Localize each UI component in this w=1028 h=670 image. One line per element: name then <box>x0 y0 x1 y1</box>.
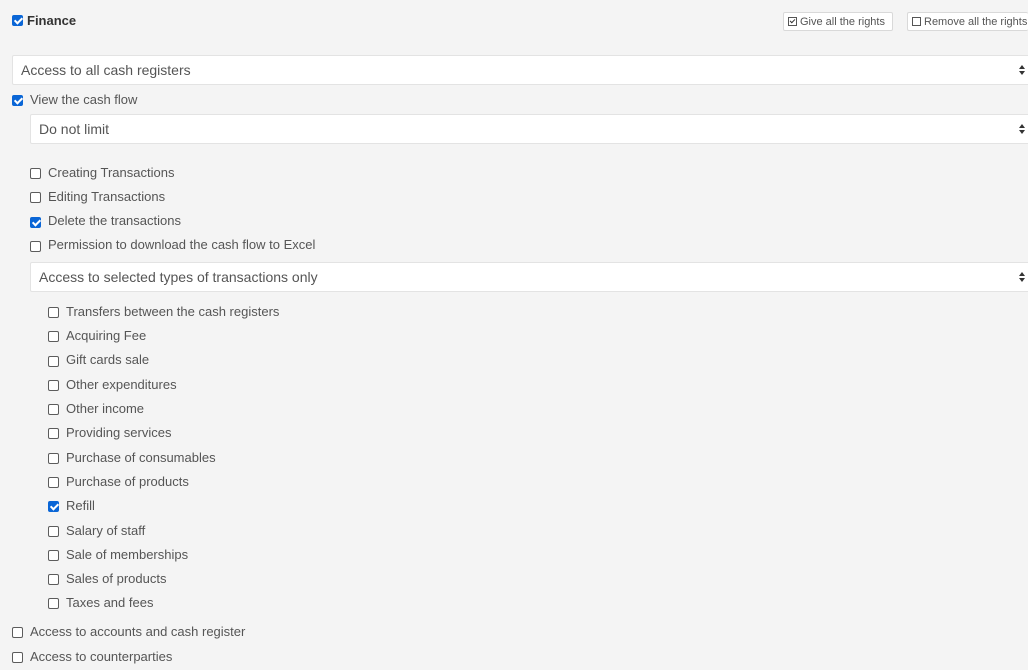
transaction-type-label: Taxes and fees <box>66 595 154 610</box>
transaction-type-label: Refill <box>66 498 95 513</box>
remove-all-rights-label: Remove all the rights <box>924 16 1028 28</box>
cash-registers-select[interactable]: Access to all cash registers <box>12 55 1028 85</box>
limit-select-value: Do not limit <box>39 121 110 137</box>
transaction-type-label: Transfers between the cash registers <box>66 304 280 319</box>
transaction-type-checkbox[interactable] <box>48 380 59 391</box>
transaction-type-label: Sale of memberships <box>66 547 189 562</box>
transaction-type-label: Sales of products <box>66 571 167 586</box>
transaction-type-checkbox[interactable] <box>48 453 59 464</box>
delete-transactions-label: Delete the transactions <box>48 213 181 228</box>
remove-all-rights-button[interactable]: Remove all the rights <box>907 12 1028 31</box>
transaction-type-label: Gift cards sale <box>66 352 150 367</box>
transaction-type-label: Providing services <box>66 425 172 440</box>
transaction-type-checkbox[interactable] <box>48 526 59 537</box>
transaction-type-checkbox[interactable] <box>48 331 59 342</box>
view-cash-flow-checkbox[interactable] <box>12 95 23 106</box>
editing-transactions-checkbox[interactable] <box>30 192 41 203</box>
give-all-rights-label: Give all the rights <box>800 16 885 28</box>
creating-transactions-label: Creating Transactions <box>48 165 175 180</box>
download-excel-label: Permission to download the cash flow to … <box>48 237 316 252</box>
transaction-type-label: Purchase of products <box>66 474 189 489</box>
limit-select[interactable]: Do not limit <box>30 114 1028 144</box>
view-cash-flow-label: View the cash flow <box>30 92 138 107</box>
editing-transactions-label: Editing Transactions <box>48 189 166 204</box>
transaction-type-label: Other income <box>66 401 145 416</box>
counterparties-checkbox[interactable] <box>12 652 23 663</box>
give-all-rights-button[interactable]: Give all the rights <box>783 12 893 31</box>
select-arrows-icon <box>1018 270 1026 286</box>
counterparties-label: Access to counterparties <box>30 649 173 664</box>
transaction-type-label: Purchase of consumables <box>66 450 216 465</box>
transaction-type-checkbox[interactable] <box>48 356 59 367</box>
download-excel-checkbox[interactable] <box>30 241 41 252</box>
transaction-type-checkbox[interactable] <box>48 550 59 561</box>
transaction-type-checkbox[interactable] <box>48 501 59 512</box>
transaction-type-label: Acquiring Fee <box>66 328 147 343</box>
transaction-type-label: Other expenditures <box>66 377 177 392</box>
transaction-types-select[interactable]: Access to selected types of transactions… <box>30 262 1028 292</box>
transaction-type-checkbox[interactable] <box>48 428 59 439</box>
transaction-type-checkbox[interactable] <box>48 574 59 585</box>
select-arrows-icon <box>1018 63 1026 79</box>
delete-transactions-checkbox[interactable] <box>30 217 41 228</box>
transaction-type-checkbox[interactable] <box>48 598 59 609</box>
transaction-type-checkbox[interactable] <box>48 404 59 415</box>
transaction-type-checkbox[interactable] <box>48 307 59 318</box>
remove-all-rights-check-icon <box>912 17 921 26</box>
accounts-cash-register-label: Access to accounts and cash register <box>30 624 246 639</box>
transaction-type-label: Salary of staff <box>66 523 146 538</box>
finance-checkbox[interactable] <box>12 15 23 26</box>
creating-transactions-checkbox[interactable] <box>30 168 41 179</box>
cash-registers-select-value: Access to all cash registers <box>21 62 191 78</box>
section-title: Finance <box>27 13 77 28</box>
give-all-rights-check-icon <box>788 17 797 26</box>
accounts-cash-register-checkbox[interactable] <box>12 627 23 638</box>
transaction-types-select-value: Access to selected types of transactions… <box>39 269 318 285</box>
transaction-type-checkbox[interactable] <box>48 477 59 488</box>
select-arrows-icon <box>1018 122 1026 138</box>
